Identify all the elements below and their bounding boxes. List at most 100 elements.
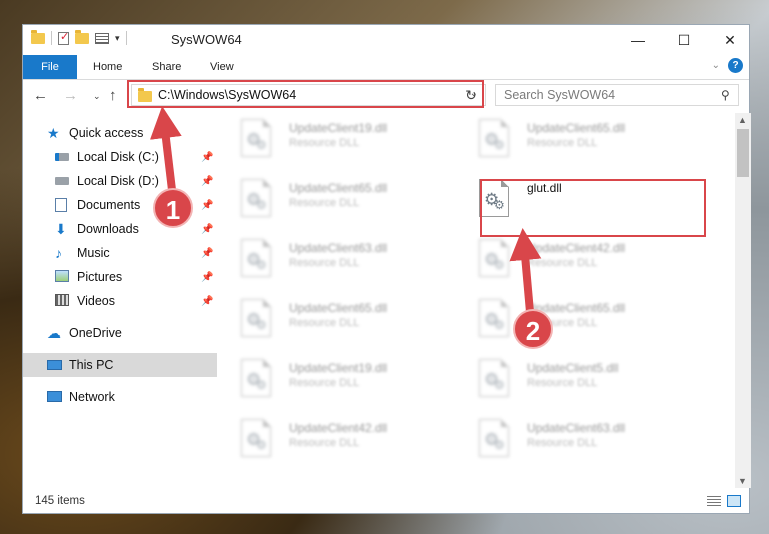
pin-icon[interactable]: 📌 — [201, 296, 213, 307]
large-icons-view-icon[interactable] — [727, 495, 741, 507]
scroll-down-icon[interactable]: ▼ — [738, 476, 747, 486]
navigation-bar: ← → ⌄ ↑ C:\Windows\SysWOW64 ⌄ ↻ Search S… — [23, 79, 749, 113]
pin-icon[interactable]: 📌 — [201, 272, 213, 283]
file-type: Resource DLL — [289, 197, 360, 209]
sidebar-item-pictures[interactable]: Pictures 📌 — [23, 265, 217, 289]
vertical-scrollbar[interactable]: ▲ ▼ — [735, 113, 751, 488]
dll-file-icon: ⚙ ⚙ — [241, 419, 275, 461]
file-item[interactable]: ⚙ ⚙ UpdateClient65.dll Resource DLL — [217, 173, 447, 229]
sidebar-item-label: Documents — [77, 198, 141, 212]
file-type: Resource DLL — [527, 377, 598, 389]
dll-file-icon: ⚙ ⚙ — [479, 419, 513, 461]
divider — [125, 31, 127, 45]
sidebar-item-quick-access[interactable]: ★ Quick access — [23, 121, 217, 145]
file-type: Resource DLL — [289, 317, 360, 329]
file-item[interactable]: ⚙ ⚙ UpdateClient65.dll Resource DLL — [217, 293, 447, 349]
download-icon: ⬇ — [55, 221, 67, 237]
file-name: UpdateClient5.dll — [527, 361, 619, 375]
expand-ribbon-icon[interactable]: ⌄ — [712, 60, 720, 71]
dll-file-icon: ⚙ ⚙ — [479, 299, 513, 341]
videos-icon — [55, 294, 69, 306]
drive-icon — [55, 153, 69, 161]
search-input[interactable]: Search SysWOW64 — [504, 88, 615, 102]
tab-file[interactable]: File — [23, 55, 77, 79]
file-item[interactable]: ⚙ ⚙ UpdateClient65.dll Resource DLL — [455, 293, 685, 349]
tab-view[interactable]: View — [210, 55, 234, 79]
search-icon[interactable]: ⚲ — [721, 88, 730, 102]
navigation-pane: ★ Quick access Local Disk (C:) 📌 Local D… — [23, 113, 217, 488]
dll-file-icon: ⚙ ⚙ — [479, 119, 513, 161]
help-icon[interactable]: ? — [728, 58, 743, 73]
pictures-icon — [55, 270, 69, 282]
item-count: 145 items — [35, 495, 85, 507]
sidebar-item-local-disk-d[interactable]: Local Disk (D:) 📌 — [23, 169, 217, 193]
pin-icon[interactable]: 📌 — [201, 176, 213, 187]
sidebar-item-label: Local Disk (D:) — [77, 174, 159, 188]
file-name: UpdateClient19.dll — [289, 361, 388, 375]
file-name: UpdateClient63.dll — [289, 241, 388, 255]
pin-icon[interactable]: 📌 — [201, 224, 213, 235]
properties-icon[interactable] — [58, 30, 69, 45]
sidebar-item-music[interactable]: ♪ Music 📌 — [23, 241, 217, 265]
quick-access-toolbar: ▾ — [31, 29, 127, 45]
file-item[interactable]: ⚙ ⚙ UpdateClient63.dll Resource DLL — [455, 413, 685, 469]
file-name: UpdateClient19.dll — [289, 121, 388, 135]
new-folder-icon[interactable] — [75, 29, 89, 44]
tab-share[interactable]: Share — [152, 55, 181, 79]
view-icon[interactable] — [95, 32, 109, 44]
sidebar-item-label: Local Disk (C:) — [77, 150, 159, 164]
file-type: Resource DLL — [527, 137, 598, 149]
cloud-icon: ☁ — [47, 325, 61, 341]
scroll-thumb[interactable] — [737, 129, 749, 177]
file-item[interactable]: ⚙ ⚙ UpdateClient63.dll Resource DLL — [217, 233, 447, 289]
tab-home[interactable]: Home — [93, 55, 122, 79]
file-item[interactable]: ⚙ ⚙ UpdateClient19.dll Resource DLL — [217, 353, 447, 409]
pin-icon[interactable]: 📌 — [201, 200, 213, 211]
file-item[interactable]: ⚙ ⚙ UpdateClient42.dll Resource DLL — [455, 233, 685, 289]
file-name: UpdateClient65.dll — [289, 181, 388, 195]
window-title: SysWOW64 — [171, 32, 242, 47]
file-item[interactable]: ⚙ ⚙ UpdateClient65.dll Resource DLL — [455, 113, 685, 169]
up-arrow-icon[interactable]: ↑ — [109, 87, 117, 104]
search-box[interactable]: Search SysWOW64 ⚲ — [495, 84, 739, 106]
minimize-button[interactable]: — — [615, 25, 661, 55]
back-arrow-icon[interactable]: ← — [33, 87, 48, 104]
drive-icon — [55, 177, 69, 185]
recent-locations-chevron-icon[interactable]: ⌄ — [93, 91, 101, 102]
file-type: Resource DLL — [289, 377, 360, 389]
forward-arrow-icon[interactable]: → — [63, 87, 78, 104]
folder-icon — [31, 29, 45, 44]
file-name: UpdateClient65.dll — [527, 121, 626, 135]
sidebar-item-label: OneDrive — [69, 326, 122, 340]
music-icon: ♪ — [55, 245, 62, 261]
file-type: Resource DLL — [527, 257, 598, 269]
file-item[interactable]: ⚙ ⚙ UpdateClient5.dll Resource DLL — [455, 353, 685, 409]
file-name: UpdateClient42.dll — [527, 241, 626, 255]
sidebar-item-label: Music — [77, 246, 110, 260]
sidebar-item-label: Network — [69, 390, 115, 404]
sidebar-item-label: This PC — [69, 358, 114, 372]
dll-file-icon: ⚙ ⚙ — [241, 359, 275, 401]
file-item[interactable]: ⚙ ⚙ UpdateClient19.dll Resource DLL — [217, 113, 447, 169]
file-list: ⚙ ⚙ UpdateClient19.dll Resource DLL ⚙ ⚙ Up… — [217, 113, 735, 488]
dll-file-icon: ⚙ ⚙ — [241, 239, 275, 281]
maximize-button[interactable]: ☐ — [661, 25, 707, 55]
file-name: UpdateClient65.dll — [289, 301, 388, 315]
sidebar-item-videos[interactable]: Videos 📌 — [23, 289, 217, 313]
scroll-up-icon[interactable]: ▲ — [738, 115, 747, 125]
divider — [51, 31, 52, 45]
dll-file-icon: ⚙ ⚙ — [241, 119, 275, 161]
sidebar-item-onedrive[interactable]: ☁ OneDrive — [23, 321, 217, 345]
sidebar-item-network[interactable]: Network — [23, 385, 217, 409]
details-view-icon[interactable] — [707, 496, 721, 507]
dll-file-icon: ⚙ ⚙ — [479, 359, 513, 401]
file-name: UpdateClient63.dll — [527, 421, 626, 435]
qat-dropdown-icon[interactable]: ▾ — [115, 33, 120, 44]
sidebar-item-this-pc[interactable]: This PC — [23, 353, 217, 377]
pin-icon[interactable]: 📌 — [201, 248, 213, 259]
file-type: Resource DLL — [289, 137, 360, 149]
sidebar-item-local-disk-c[interactable]: Local Disk (C:) 📌 — [23, 145, 217, 169]
pin-icon[interactable]: 📌 — [201, 152, 213, 163]
close-button[interactable]: ✕ — [707, 25, 753, 55]
file-item[interactable]: ⚙ ⚙ UpdateClient42.dll Resource DLL — [217, 413, 447, 469]
